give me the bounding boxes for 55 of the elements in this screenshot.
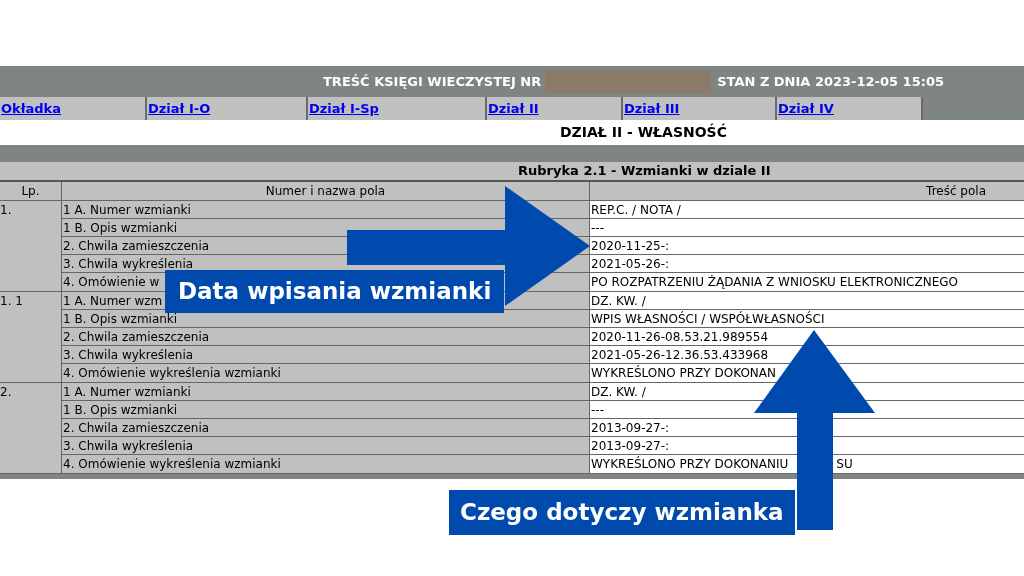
table-cell: 3. Chwila wykreślenia xyxy=(63,348,194,362)
table-cell: 1. 1 xyxy=(0,294,23,308)
table-cell-text: DZ. KW. / xyxy=(591,383,646,401)
tab-link[interactable]: Dział I-O xyxy=(147,98,211,119)
tab[interactable]: Dział I-Sp xyxy=(308,97,487,120)
column-header: Numer i nazwa pola xyxy=(265,184,386,198)
tab-link[interactable]: Dział III xyxy=(623,98,680,119)
tab[interactable]: Dział I-O xyxy=(147,97,308,120)
table-cell-text: REP.C. / NOTA / xyxy=(591,201,681,219)
table-cell: 1 B. Opis wzmianki xyxy=(63,403,178,417)
table-cell-text: 2021-05-26-12.36.53.433968 xyxy=(591,346,769,364)
table-cell: 1. xyxy=(0,203,12,217)
table-cell: WYKREŚLONO PRZY DOKONANIU xyxy=(591,455,789,473)
table-cell: 4. Omówienie wykreślenia wzmianki xyxy=(63,366,281,380)
table-cell: 4. Omówienie w xyxy=(63,275,160,289)
tab[interactable]: Dział IV xyxy=(777,97,923,120)
column-header: Treść pola xyxy=(926,184,986,198)
table-cell: 1 A. Numer wzmianki xyxy=(63,203,191,217)
table-cell-text: 2013-09-27-: xyxy=(591,419,670,437)
section-title: DZIAŁ II - WŁASNOŚĆ xyxy=(560,122,727,142)
table-cell: 3. Chwila wykreślenia xyxy=(63,439,194,453)
table-cell-text: --- xyxy=(591,401,604,419)
table-cell-text: SU xyxy=(836,456,853,473)
table-cell-text: DZ. KW. / xyxy=(591,292,646,310)
table-cell: 2. Chwila zamieszczenia xyxy=(63,330,210,344)
table-cell: 2. xyxy=(0,385,12,399)
header-title: TREŚĆ KSIĘGI WIECZYSTEJ NR xyxy=(323,72,542,91)
tab-link[interactable]: Dział I-Sp xyxy=(308,98,379,119)
header-status: STAN Z DNIA 2023-12-05 15:05 xyxy=(717,72,944,91)
table-cell-text: PO ROZPATRZENIU ŻĄDANIA Z WNIOSKU ELEKTRONICZNEGO xyxy=(591,274,958,291)
table-cell-text: --- xyxy=(591,219,604,237)
callout-label: Data wpisania wzmianki xyxy=(165,270,505,313)
table-cell: 2. Chwila zamieszczenia xyxy=(63,239,210,253)
table-cell: 1 A. Numer wzmianki xyxy=(63,385,191,399)
table-cell-text: 2021-05-26-: xyxy=(591,255,670,273)
table-cell: 3. Chwila wykreślenia xyxy=(63,257,194,271)
table-cell-text: 2020-11-26-08.53.21.989554 xyxy=(591,328,769,346)
tab[interactable]: Dział III xyxy=(623,97,777,120)
table-cell-text: 2013-09-27-: xyxy=(591,437,670,455)
table-cell-text: WPIS WŁASNOŚCI / WSPÓŁWŁASNOŚCI xyxy=(591,310,825,328)
table-cell: 4. Omówienie wykreślenia wzmianki xyxy=(63,457,281,471)
tab-link[interactable]: Dział IV xyxy=(777,98,834,119)
tab-link[interactable]: Okładka xyxy=(0,98,62,119)
table-caption: Rubryka 2.1 - Wzmianki w dziale II xyxy=(518,162,771,181)
column-header: Lp. xyxy=(21,184,40,198)
tab[interactable]: Dział II xyxy=(487,97,623,120)
table-cell: 1 A. Numer wzm xyxy=(63,294,163,308)
table-cell: WYKREŚLONO PRZY DOKONAN xyxy=(591,364,776,382)
table-cell: 1 B. Opis wzmianki xyxy=(63,221,178,235)
table-cell: 2. Chwila zamieszczenia xyxy=(63,421,210,435)
tab-link[interactable]: Dział II xyxy=(487,98,539,119)
table-cell: 1 B. Opis wzmianki xyxy=(63,312,178,326)
table-cell-text: 2020-11-25-: xyxy=(591,237,670,255)
tab[interactable]: Okładka xyxy=(0,97,147,120)
callout-label: Czego dotyczy wzmianka xyxy=(449,490,795,535)
